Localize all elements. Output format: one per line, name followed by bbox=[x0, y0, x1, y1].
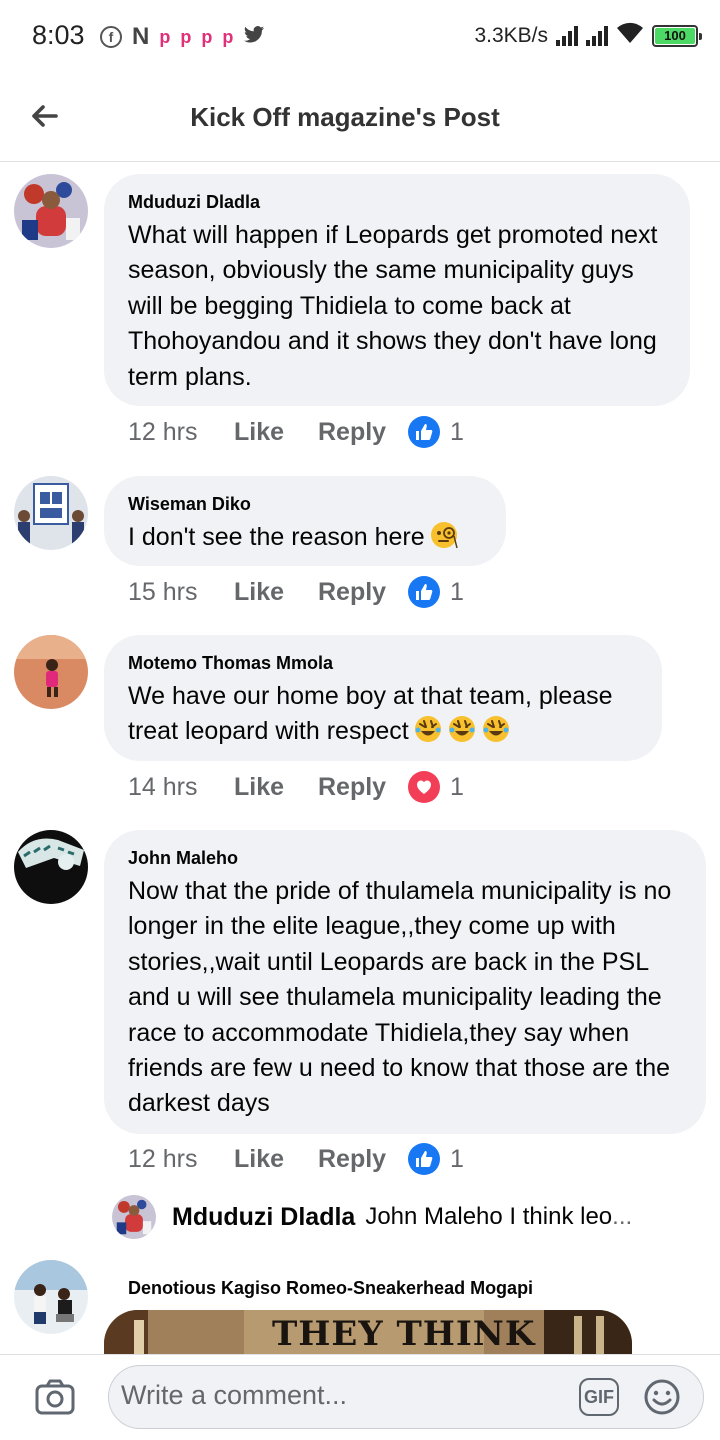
avatar[interactable] bbox=[14, 174, 88, 248]
reply-button[interactable]: Reply bbox=[318, 418, 408, 447]
comment-actions: 12 hrs Like Reply 1 bbox=[128, 1143, 464, 1175]
reply-button[interactable]: Reply bbox=[318, 773, 408, 802]
comment-time[interactable]: 12 hrs bbox=[128, 1145, 234, 1174]
wifi-icon bbox=[616, 22, 644, 49]
comment-input[interactable] bbox=[121, 1380, 561, 1411]
comment-author[interactable]: Mduduzi Dladla bbox=[128, 190, 666, 214]
comment-text: What will happen if Leopards get promote… bbox=[128, 221, 658, 391]
reply-author[interactable]: Mduduzi Dladla bbox=[172, 1203, 355, 1232]
gif-image[interactable]: THEY THINK bbox=[104, 1310, 632, 1354]
signal-icon bbox=[556, 25, 578, 46]
avatar[interactable] bbox=[14, 635, 88, 709]
comment-bubble[interactable]: Mduduzi Dladla What will happen if Leopa… bbox=[104, 174, 690, 406]
comment-actions: 15 hrs Like Reply 1 bbox=[128, 576, 464, 608]
comment-time[interactable]: 15 hrs bbox=[128, 578, 234, 607]
p-app-icon: p bbox=[201, 27, 213, 47]
camera-icon[interactable] bbox=[34, 1377, 76, 1417]
avatar[interactable] bbox=[14, 476, 88, 550]
battery-icon: 100 bbox=[652, 24, 702, 47]
status-right: 3.3KB/s 100 bbox=[474, 22, 702, 49]
comment-text-line: We have our home boy at that team, pleas… bbox=[128, 679, 638, 750]
signal-icon bbox=[586, 25, 608, 46]
heart-icon[interactable] bbox=[408, 771, 440, 803]
comment-actions: 12 hrs Like Reply 1 bbox=[128, 416, 464, 448]
comment-actions: 14 hrs Like Reply 1 bbox=[128, 771, 464, 803]
comment-author[interactable]: Wiseman Diko bbox=[128, 492, 482, 516]
avatar[interactable] bbox=[112, 1195, 156, 1239]
rolling-laughing-emoji bbox=[481, 714, 511, 744]
status-time: 8:03 bbox=[32, 20, 85, 50]
facebook-icon: f bbox=[100, 26, 122, 48]
p-app-icon: p bbox=[159, 27, 171, 47]
comment-time[interactable]: 12 hrs bbox=[128, 418, 234, 447]
rolling-laughing-emoji bbox=[413, 714, 443, 744]
twitter-icon bbox=[243, 25, 265, 50]
reply-preview[interactable]: Mduduzi Dladla John Maleho I think leo..… bbox=[112, 1192, 632, 1242]
reaction-count[interactable]: 1 bbox=[450, 773, 464, 802]
avatar[interactable] bbox=[14, 830, 88, 904]
notification-icons: f N p p p p bbox=[100, 24, 265, 50]
reply-button[interactable]: Reply bbox=[318, 1145, 408, 1174]
thumbs-up-icon[interactable] bbox=[408, 1143, 440, 1175]
reply-ellipsis: ... bbox=[612, 1203, 633, 1230]
comment-text-line: I don't see the reason here bbox=[128, 520, 482, 555]
rolling-laughing-emoji bbox=[447, 714, 477, 744]
app-header: Kick Off magazine's Post bbox=[0, 74, 720, 162]
comment-bubble[interactable]: John Maleho Now that the pride of thulam… bbox=[104, 830, 706, 1134]
reaction-count[interactable]: 1 bbox=[450, 1145, 464, 1174]
comment-author[interactable]: Motemo Thomas Mmola bbox=[128, 651, 638, 675]
comment-author[interactable]: John Maleho bbox=[128, 846, 682, 870]
p-app-icon: p bbox=[180, 27, 192, 47]
thumbs-up-icon[interactable] bbox=[408, 416, 440, 448]
emoji-icon[interactable] bbox=[643, 1378, 681, 1416]
reaction-count[interactable]: 1 bbox=[450, 418, 464, 447]
comment-box[interactable]: GIF bbox=[108, 1365, 704, 1429]
comment-text: I don't see the reason here bbox=[128, 523, 425, 551]
page-title: Kick Off magazine's Post bbox=[190, 102, 500, 132]
comment-time[interactable]: 14 hrs bbox=[128, 773, 234, 802]
comment-text: Now that the pride of thulamela municipa… bbox=[128, 877, 672, 1118]
reaction-count[interactable]: 1 bbox=[450, 578, 464, 607]
comment-composer: GIF bbox=[0, 1354, 720, 1440]
reply-button[interactable]: Reply bbox=[318, 578, 408, 607]
like-button[interactable]: Like bbox=[234, 773, 318, 802]
monocle-face-emoji bbox=[429, 520, 459, 550]
comment-text: We have our home boy at that team, pleas… bbox=[128, 682, 613, 746]
thumbs-up-icon[interactable] bbox=[408, 576, 440, 608]
netflix-icon: N bbox=[132, 23, 150, 50]
p-app-icon: p bbox=[222, 27, 234, 47]
net-speed: 3.3KB/s bbox=[474, 23, 548, 47]
gif-button[interactable]: GIF bbox=[579, 1378, 619, 1416]
comment-bubble[interactable]: Motemo Thomas Mmola We have our home boy… bbox=[104, 635, 662, 761]
comment-author[interactable]: Denotious Kagiso Romeo-Sneakerhead Mogap… bbox=[128, 1276, 533, 1300]
avatar[interactable] bbox=[14, 1260, 88, 1334]
gif-caption: THEY THINK bbox=[272, 1314, 536, 1354]
like-button[interactable]: Like bbox=[234, 418, 318, 447]
comment-bubble[interactable]: Wiseman Diko I don't see the reason here bbox=[104, 476, 506, 566]
like-button[interactable]: Like bbox=[234, 1145, 318, 1174]
reply-text: John Maleho I think leo bbox=[365, 1203, 613, 1230]
battery-level: 100 bbox=[655, 27, 695, 44]
like-button[interactable]: Like bbox=[234, 578, 318, 607]
status-bar: 8:03 f N p p p p 3.3KB/s 100 bbox=[0, 0, 720, 74]
